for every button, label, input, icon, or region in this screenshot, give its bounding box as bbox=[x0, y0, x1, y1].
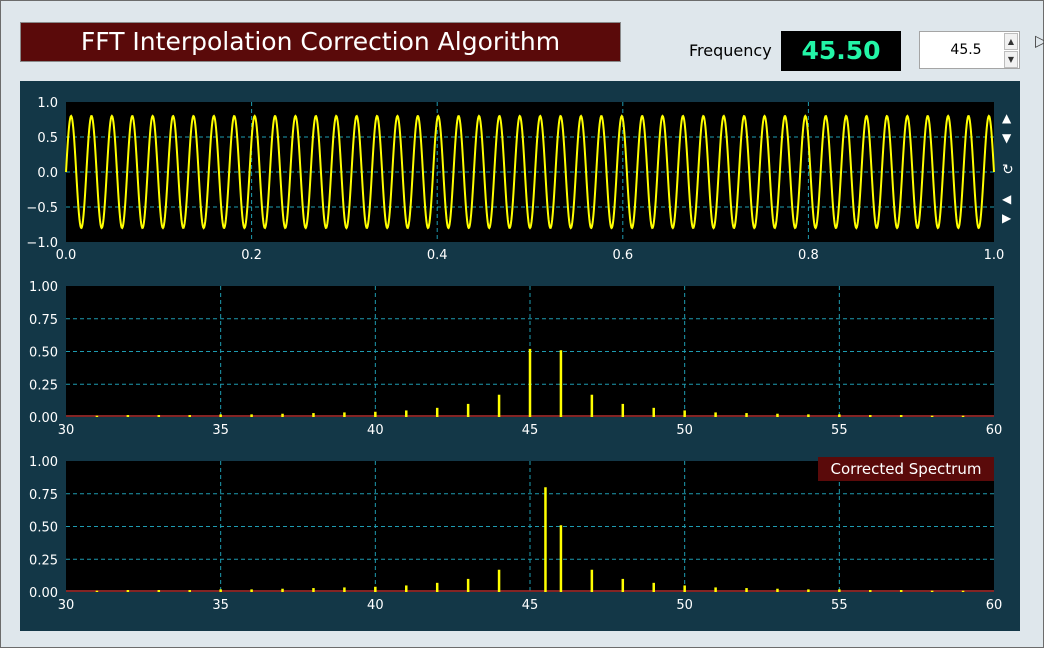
y-tick-label: 0.00 bbox=[29, 586, 58, 601]
x-tick-label: 45 bbox=[522, 423, 539, 438]
triangle-up-icon[interactable]: ▲ bbox=[1002, 111, 1011, 125]
x-tick-label: 55 bbox=[831, 598, 848, 613]
app-frame: FFT Interpolation Correction Algorithm F… bbox=[0, 0, 1044, 648]
y-tick-label: 1.00 bbox=[29, 280, 58, 295]
frequency-spinbox[interactable]: 45.5 ▲ ▼ bbox=[919, 31, 1020, 69]
x-tick-label: 50 bbox=[676, 423, 693, 438]
y-tick-label: 0.50 bbox=[29, 346, 58, 361]
x-tick-label: 0.0 bbox=[56, 248, 77, 263]
triangle-down-icon[interactable]: ▼ bbox=[1004, 51, 1018, 68]
x-tick-label: 40 bbox=[367, 423, 384, 438]
y-tick-label: 0.25 bbox=[29, 378, 58, 393]
y-tick-label: 0.25 bbox=[29, 553, 58, 568]
frequency-label: Frequency bbox=[689, 41, 772, 60]
x-tick-label: 30 bbox=[58, 423, 75, 438]
y-tick-label: 0.75 bbox=[29, 488, 58, 503]
x-tick-label: 55 bbox=[831, 423, 848, 438]
x-tick-label: 60 bbox=[986, 423, 1003, 438]
frequency-display: 45.50 bbox=[781, 31, 901, 71]
triangle-right-icon[interactable]: ▶ bbox=[1002, 211, 1011, 225]
refresh-icon[interactable]: ↻ bbox=[1002, 162, 1014, 178]
x-tick-label: 40 bbox=[367, 598, 384, 613]
y-tick-label: 0.00 bbox=[29, 411, 58, 426]
frequency-input[interactable]: 45.5 bbox=[930, 32, 1002, 68]
legend-label: Corrected Spectrum bbox=[831, 460, 982, 478]
y-tick-label: −1.0 bbox=[26, 236, 58, 251]
x-tick-label: 60 bbox=[986, 598, 1003, 613]
x-tick-label: 0.4 bbox=[427, 248, 448, 263]
x-tick-label: 0.2 bbox=[241, 248, 262, 263]
y-tick-label: 0.75 bbox=[29, 313, 58, 328]
x-tick-label: 1.0 bbox=[984, 248, 1005, 263]
y-tick-label: 0.0 bbox=[37, 166, 58, 181]
triangle-up-icon[interactable]: ▲ bbox=[1004, 33, 1018, 50]
y-tick-label: 0.5 bbox=[37, 131, 58, 146]
page-title: FFT Interpolation Correction Algorithm bbox=[20, 22, 621, 62]
y-tick-label: 1.0 bbox=[37, 96, 58, 111]
x-tick-label: 45 bbox=[522, 598, 539, 613]
chart-panel: 0.0 0.2 0.4 0.6 0.8 1.0 1.0 0.5 0.0 −0.5 −1.0 30 35 4… bbox=[20, 81, 1020, 631]
x-tick-label: 30 bbox=[58, 598, 75, 613]
triangle-right-icon: ▷ bbox=[1035, 31, 1044, 50]
x-tick-label: 0.6 bbox=[612, 248, 633, 263]
x-tick-label: 50 bbox=[676, 598, 693, 613]
x-tick-label: 35 bbox=[212, 423, 229, 438]
y-tick-label: −0.5 bbox=[26, 201, 58, 216]
plot-area: 0.0 0.2 0.4 0.6 0.8 1.0 1.0 0.5 0.0 −0.5 −1.0 30 35 4… bbox=[26, 96, 1005, 613]
x-tick-label: 0.8 bbox=[798, 248, 819, 263]
y-tick-label: 1.00 bbox=[29, 455, 58, 470]
x-tick-label: 35 bbox=[212, 598, 229, 613]
y-tick-label: 0.50 bbox=[29, 521, 58, 536]
triangle-left-icon[interactable]: ◀ bbox=[1002, 192, 1011, 206]
triangle-down-icon[interactable]: ▼ bbox=[1002, 131, 1011, 145]
